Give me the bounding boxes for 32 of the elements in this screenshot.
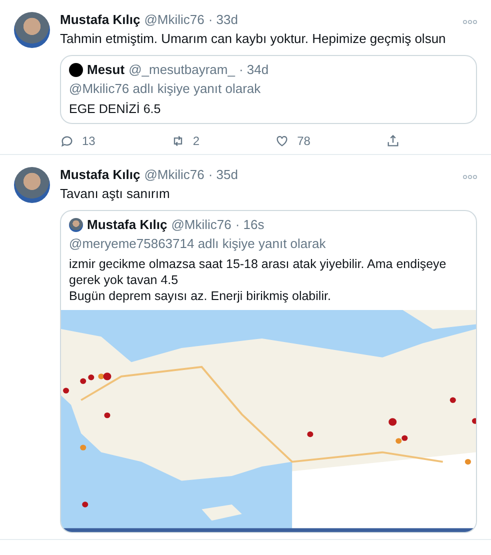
tweet-time: · 34d xyxy=(238,62,269,77)
avatar[interactable] xyxy=(14,12,50,48)
quote-text: Bugün deprem sayısı az. Enerji birikmiş olabilir. xyxy=(69,288,332,304)
author-name: Mesut xyxy=(87,62,125,77)
share-button[interactable] xyxy=(386,134,400,148)
author-name[interactable]: Mustafa Kılıç xyxy=(60,12,140,27)
tweet-time: · 16s xyxy=(235,217,264,232)
author-handle[interactable]: @Mkilic76 xyxy=(144,167,204,182)
author-name[interactable]: Mustafa Kılıç xyxy=(60,167,140,182)
reply-note: @Mkilic76 adlı kişiye yanıt olarak xyxy=(69,80,262,97)
quote-text: izmir gecikme olmazsa saat 15-18 arası atak yiyebilir. Ama endişeye gerek yok tavan 4.5 xyxy=(69,256,448,288)
avatar xyxy=(69,62,83,76)
avatar[interactable] xyxy=(14,167,50,203)
author-name: Mustafa Kılıç xyxy=(87,217,168,232)
author-handle[interactable]: @Mkilic76 xyxy=(144,12,204,27)
author-handle: @_mesutbayram_ xyxy=(128,62,235,77)
reply-icon xyxy=(60,134,74,148)
reply-button[interactable]: 13 xyxy=(60,134,96,148)
reply-note: @meryeme75863714 adlı kişiye yanıt olarak xyxy=(69,235,327,252)
share-icon xyxy=(386,134,400,148)
heart-icon xyxy=(275,134,290,148)
tweet-text: Tahmin etmiştim. Umarım can kaybı yoktur. Hepimize geçmiş olsun xyxy=(60,30,447,47)
tweet-time[interactable]: · 33d xyxy=(208,12,238,27)
quote-text: EGE DENİZİ 6.5 xyxy=(69,101,162,117)
tweet-text: Tavanı aştı sanırım xyxy=(60,185,171,202)
quoted-tweet[interactable]: Mesut @_mesutbayram_ · 34d @Mkilic76 adlı kişiye yanıt olarak EGE DENİZİ 6.5 xyxy=(60,55,477,124)
avatar xyxy=(69,218,83,232)
quoted-tweet[interactable] xyxy=(60,210,477,533)
tweet-time[interactable]: · 35d xyxy=(208,167,238,182)
like-button[interactable]: 78 xyxy=(275,134,310,148)
retweet-button[interactable]: 2 xyxy=(170,134,200,148)
author-handle: @Mkilic76 xyxy=(171,217,232,232)
